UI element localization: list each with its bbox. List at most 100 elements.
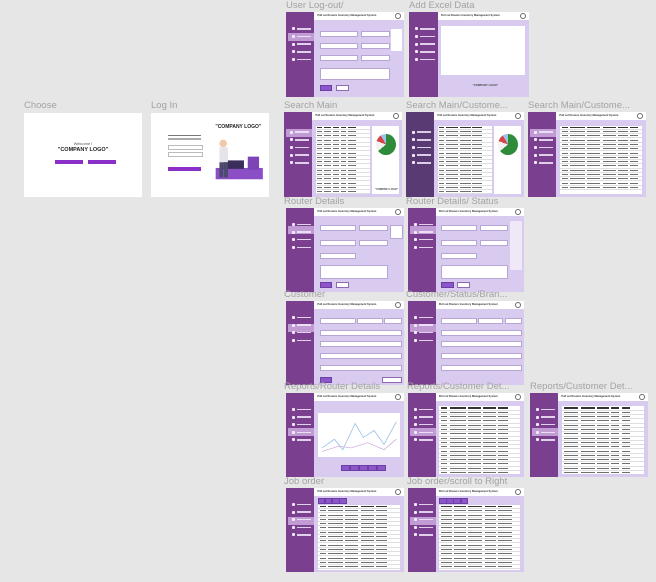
frame-label: Search Main: [284, 100, 338, 111]
sidebar: [284, 112, 313, 197]
app-title: Pull out Routers Inventory Management Sy…: [437, 114, 497, 118]
job-order-table[interactable]: [439, 504, 521, 571]
frame-search-main-customer[interactable]: Pull out Routers Inventory Management Sy…: [406, 112, 524, 197]
cancel-button[interactable]: [335, 281, 349, 288]
logout-dropdown[interactable]: [391, 29, 403, 52]
form-field[interactable]: [319, 224, 356, 231]
frame-job-order[interactable]: Pull out Routers Inventory Management Sy…: [286, 488, 404, 572]
app-title: Pull out Routers Inventory Management Sy…: [317, 395, 377, 399]
form-field[interactable]: [441, 364, 523, 371]
report-filter-button[interactable]: [341, 465, 351, 472]
sidebar: [286, 488, 315, 572]
logo-icon: [515, 393, 521, 400]
status-select[interactable]: [389, 224, 404, 239]
form-field[interactable]: [319, 364, 403, 371]
form-field[interactable]: [359, 239, 389, 246]
company-logo: "COMPANY LOGO": [472, 83, 499, 88]
form-field[interactable]: [319, 253, 356, 260]
remarks-field[interactable]: [319, 265, 389, 279]
frame-router-details[interactable]: Pull out Routers Inventory Management Sy…: [286, 208, 404, 292]
form-field[interactable]: [319, 329, 403, 336]
logo-icon: [395, 393, 401, 400]
form-field[interactable]: [384, 317, 403, 324]
frame-job-order-scroll-right[interactable]: Pull out Routers Inventory Management Sy…: [408, 488, 524, 572]
choose-user-button[interactable]: [87, 160, 117, 165]
form-field[interactable]: [319, 353, 403, 360]
form-field[interactable]: [441, 317, 477, 324]
frame-router-details-status[interactable]: Pull out Routers Inventory Management Sy…: [408, 208, 524, 292]
cancel-button[interactable]: [456, 281, 470, 288]
choose-admin-button[interactable]: [54, 160, 83, 165]
form-field[interactable]: [441, 353, 523, 360]
form-field[interactable]: [360, 42, 390, 49]
job-order-table[interactable]: [317, 504, 401, 571]
login-button[interactable]: [167, 166, 201, 171]
form-field[interactable]: [479, 224, 509, 231]
form-field[interactable]: [441, 341, 523, 348]
form-field[interactable]: [360, 30, 390, 37]
cancel-button[interactable]: [335, 85, 349, 92]
form-field[interactable]: [319, 341, 403, 348]
report-filter-button[interactable]: [377, 465, 387, 472]
report-filter-button[interactable]: [368, 465, 378, 472]
customer-table[interactable]: [559, 125, 643, 194]
username-field[interactable]: [167, 144, 203, 150]
status-dropdown-open[interactable]: [509, 221, 523, 271]
sidebar: [408, 208, 436, 292]
frame-reports-customer-details[interactable]: Pull out Routers Inventory Management Sy…: [408, 393, 524, 477]
frame-add-excel-data[interactable]: Pull out Routers Inventory Management Sy…: [409, 12, 529, 97]
frame-reports-customer-details-2[interactable]: Pull out Routers Inventory Management Sy…: [530, 393, 648, 477]
form-field[interactable]: [319, 54, 358, 61]
form-field[interactable]: [479, 239, 509, 246]
form-field[interactable]: [441, 239, 477, 246]
frame-label: Reports/Customer Det...: [407, 381, 510, 392]
form-field[interactable]: [359, 224, 389, 231]
frame-choose[interactable]: Welcome ! "COMPANY LOGO": [24, 113, 142, 197]
form-field[interactable]: [360, 54, 390, 61]
frame-login[interactable]: "COMPANY LOGO": [151, 113, 269, 197]
report-filter-button[interactable]: [359, 465, 369, 472]
password-field[interactable]: [167, 151, 203, 157]
form-field[interactable]: [319, 239, 356, 246]
job-filter-button[interactable]: [460, 498, 468, 505]
logo-icon: [393, 112, 399, 119]
save-button[interactable]: [319, 85, 333, 92]
notes-field[interactable]: [319, 68, 390, 81]
app-title: Pull out Routers Inventory Management Sy…: [559, 114, 619, 118]
frame-customer[interactable]: Pull out Routers Inventory Management Sy…: [286, 301, 404, 385]
company-logo: "COMPANY LOGO": [375, 187, 399, 191]
form-field[interactable]: [319, 30, 358, 37]
frame-reports-router-details[interactable]: Pull out Routers Inventory Management Sy…: [286, 393, 404, 477]
customer-report-table[interactable]: [439, 406, 521, 474]
job-filter-button[interactable]: [339, 498, 347, 505]
form-field[interactable]: [319, 42, 358, 49]
form-field[interactable]: [441, 329, 523, 336]
form-field[interactable]: [441, 224, 477, 231]
router-table[interactable]: [315, 125, 370, 194]
save-button[interactable]: [319, 281, 333, 288]
form-field[interactable]: [441, 253, 477, 260]
form-field[interactable]: [478, 317, 504, 324]
frame-label: Job order: [284, 476, 325, 487]
frame-search-main[interactable]: Pull out Routers Inventory Management Sy…: [284, 112, 402, 197]
sidebar: [286, 208, 315, 292]
sidebar: [408, 393, 436, 477]
form-field[interactable]: [319, 317, 356, 324]
status-pie-chart: [375, 134, 396, 156]
sidebar: [530, 393, 559, 477]
frame-search-main-customer-table[interactable]: Pull out Routers Inventory Management Sy…: [528, 112, 646, 197]
excel-table[interactable]: [441, 25, 526, 75]
form-field[interactable]: [357, 317, 383, 324]
sidebar: [286, 301, 315, 385]
customer-table[interactable]: [437, 125, 492, 194]
logo-icon: [637, 112, 643, 119]
report-filter-button[interactable]: [350, 465, 360, 472]
form-field[interactable]: [504, 317, 523, 324]
frame-user-logout[interactable]: Pull out Routers Inventory Management Sy…: [286, 12, 404, 97]
frame-customer-status-branch[interactable]: Pull out Routers Inventory Management Sy…: [408, 301, 524, 385]
customer-report-table[interactable]: [561, 406, 645, 474]
save-button[interactable]: [441, 281, 454, 288]
frame-label: Reports/Customer Det...: [530, 381, 633, 392]
remarks-field[interactable]: [441, 265, 509, 279]
frame-label: Add Excel Data: [409, 0, 475, 11]
